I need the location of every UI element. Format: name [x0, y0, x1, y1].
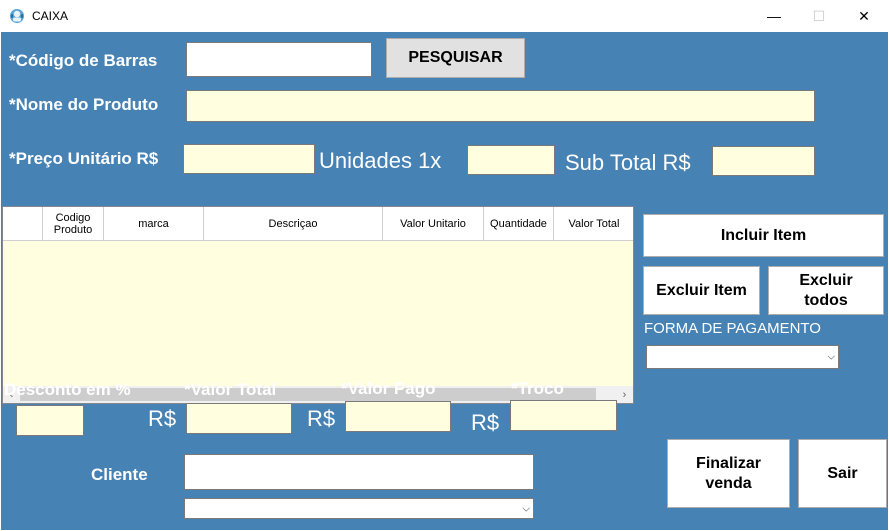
- sub-total-input[interactable]: [712, 146, 815, 176]
- client-area: *Código de Barras PESQUISAR *Nome do Pro…: [1, 32, 888, 530]
- column-descricao[interactable]: Descriçao: [204, 207, 383, 240]
- pesquisar-button[interactable]: PESQUISAR: [386, 38, 525, 78]
- unidades-label: Unidades 1x: [319, 148, 442, 173]
- preco-unitario-input[interactable]: [183, 144, 315, 174]
- sub-total-label: Sub Total R$: [565, 150, 691, 175]
- sair-button[interactable]: Sair: [798, 439, 887, 508]
- column-quantidade[interactable]: Quantidade: [484, 207, 554, 240]
- codigo-barras-label: *Código de Barras: [9, 51, 158, 70]
- chevron-down-icon: ⌵: [827, 351, 835, 363]
- caixa-window: CAIXA — ☐ ✕ *Código de Barras PESQUISAR …: [0, 0, 889, 531]
- app-icon: [10, 9, 24, 23]
- codigo-barras-input[interactable]: [186, 42, 372, 77]
- window-title: CAIXA: [32, 9, 69, 23]
- column-valor-unitario[interactable]: Valor Unitario: [383, 207, 484, 240]
- column-codigo-produto[interactable]: Codigo Produto: [43, 207, 104, 240]
- close-button[interactable]: ✕: [841, 0, 887, 32]
- finalizar-venda-button[interactable]: Finalizar venda: [667, 439, 790, 508]
- forma-pagamento-label: FORMA DE PAGAMENTO: [644, 320, 821, 337]
- cliente-label: Cliente: [91, 465, 148, 484]
- valor-pago-input[interactable]: [345, 401, 451, 432]
- excluir-item-button[interactable]: Excluir Item: [643, 266, 760, 315]
- desconto-label: Desconto em %: [4, 380, 131, 399]
- currency-label-valor-total: R$: [148, 406, 177, 431]
- troco-label: *Troco: [511, 379, 564, 398]
- nome-produto-input[interactable]: [186, 90, 815, 122]
- valor-total-input[interactable]: [186, 403, 292, 434]
- desconto-input[interactable]: [16, 405, 84, 436]
- forma-pagamento-select[interactable]: ⌵: [646, 345, 839, 369]
- excluir-todos-button[interactable]: Excluir todos: [768, 266, 884, 315]
- cliente-input[interactable]: [184, 454, 534, 490]
- title-bar[interactable]: CAIXA — ☐ ✕: [0, 0, 889, 32]
- troco-input[interactable]: [510, 400, 617, 431]
- maximize-button[interactable]: ☐: [796, 0, 842, 32]
- valor-pago-label: *Valor Pago: [341, 379, 436, 398]
- incluir-item-button[interactable]: Incluir Item: [643, 214, 884, 257]
- currency-label-troco: R$: [471, 410, 500, 435]
- column-marca[interactable]: marca: [104, 207, 204, 240]
- unidades-input[interactable]: [467, 145, 555, 175]
- currency-label-valor-pago: R$: [307, 406, 336, 431]
- column-valor-total[interactable]: Valor Total: [554, 207, 633, 240]
- valor-total-label: *Valor Total: [184, 380, 277, 399]
- scroll-right-icon[interactable]: ›: [616, 386, 633, 403]
- items-grid[interactable]: Codigo Produto marca Descriçao Valor Uni…: [2, 206, 634, 404]
- minimize-button[interactable]: —: [751, 0, 797, 32]
- grid-row-header: [3, 207, 43, 240]
- preco-unitario-label: *Preço Unitário R$: [9, 149, 159, 168]
- grid-header: Codigo Produto marca Descriçao Valor Uni…: [3, 207, 633, 241]
- chevron-down-icon: ⌵: [522, 503, 530, 514]
- nome-produto-label: *Nome do Produto: [9, 95, 159, 114]
- cliente-select[interactable]: ⌵: [184, 498, 534, 519]
